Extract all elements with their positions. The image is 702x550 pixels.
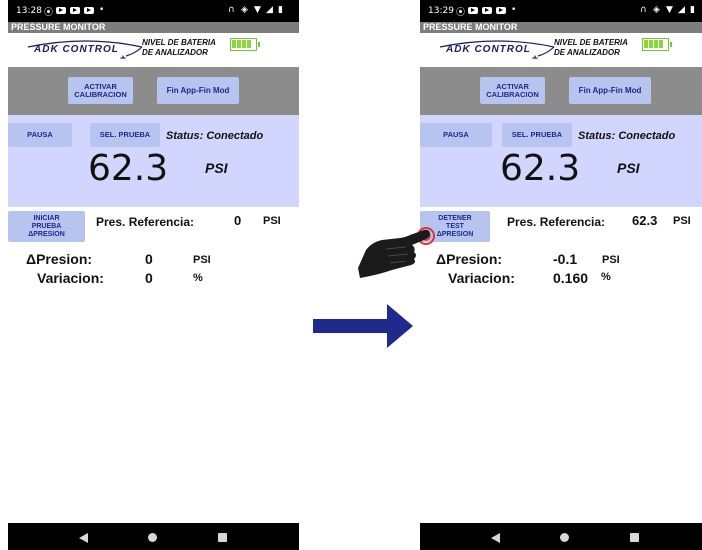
variacion-unit: % bbox=[601, 271, 611, 283]
signal-icon: ◢ bbox=[678, 5, 685, 15]
pressure-panel: PAUSA SEL. PRUEBA Status: Conectado 62.3… bbox=[420, 115, 702, 207]
delta-label: ΔPresion: bbox=[436, 251, 503, 267]
pressure-value: 62.3 bbox=[88, 148, 169, 189]
reference-label: Pres. Referencia: bbox=[507, 215, 606, 229]
youtube-icon bbox=[468, 7, 478, 14]
variacion-label: Variacion: bbox=[448, 270, 515, 286]
logo-header: ADK CONTROL NIVEL DE BATERIA DE ANALIZAD… bbox=[420, 33, 702, 67]
location-icon: ⦿ bbox=[44, 8, 54, 18]
dot-icon: • bbox=[511, 5, 517, 15]
nav-home-icon[interactable] bbox=[560, 533, 569, 542]
nav-recent-icon[interactable] bbox=[630, 533, 639, 542]
app-title: PRESSURE MONITOR bbox=[420, 22, 702, 33]
pausa-button[interactable]: PAUSA bbox=[8, 123, 72, 147]
activar-calibracion-button[interactable]: ACTIVAR CALIBRACION bbox=[68, 77, 133, 104]
signal-icon: ◢ bbox=[266, 5, 273, 15]
nav-back-icon[interactable] bbox=[79, 533, 88, 543]
reference-label: Pres. Referencia: bbox=[96, 215, 195, 229]
reference-unit: PSI bbox=[673, 215, 691, 227]
phone-screen-before: 13:28 ⦿ • ∩ ◈ ▼ ◢ ▮ PRESSURE MONITOR ADK… bbox=[8, 0, 299, 550]
variacion-value: 0.160 bbox=[553, 270, 589, 286]
pausa-button[interactable]: PAUSA bbox=[420, 123, 492, 147]
headset-icon: ∩ bbox=[640, 5, 647, 15]
phone-screen-after: 13:29 ⦿ • ∩ ◈ ▼ ◢ ▮ PRESSURE MONITOR ADK… bbox=[420, 0, 702, 550]
status-bar: 13:28 ⦿ • ∩ ◈ ▼ ◢ ▮ bbox=[8, 0, 299, 22]
status-time: 13:28 bbox=[16, 6, 42, 16]
pressure-value: 62.3 bbox=[500, 148, 581, 189]
fin-app-button[interactable]: Fin App-Fin Mod bbox=[569, 77, 651, 104]
youtube-icon bbox=[84, 7, 94, 14]
location-icon: ⦿ bbox=[456, 8, 466, 18]
reference-unit: PSI bbox=[263, 215, 281, 227]
variacion-label: Variacion: bbox=[37, 270, 104, 286]
vibrate-icon: ◈ bbox=[653, 5, 660, 15]
delta-value: 0 bbox=[145, 251, 153, 267]
headset-icon: ∩ bbox=[228, 5, 235, 15]
nav-bar bbox=[8, 523, 299, 550]
battery-icon bbox=[230, 38, 260, 51]
logo-text: ADK CONTROL bbox=[34, 44, 119, 55]
arrow-right-icon bbox=[313, 304, 413, 348]
activar-calibracion-button[interactable]: ACTIVAR CALIBRACION bbox=[480, 77, 545, 104]
nav-bar bbox=[420, 523, 702, 550]
status-time: 13:29 bbox=[428, 6, 454, 16]
dot-icon: • bbox=[99, 5, 105, 15]
delta-unit: PSI bbox=[193, 254, 211, 266]
nav-home-icon[interactable] bbox=[148, 533, 157, 542]
pointing-hand-icon bbox=[358, 227, 435, 278]
youtube-icon bbox=[496, 7, 506, 14]
app-title: PRESSURE MONITOR bbox=[8, 22, 299, 33]
status-bar: 13:29 ⦿ • ∩ ◈ ▼ ◢ ▮ bbox=[420, 0, 702, 22]
reference-value: 62.3 bbox=[632, 213, 658, 228]
nav-recent-icon[interactable] bbox=[218, 533, 227, 542]
youtube-icon bbox=[56, 7, 66, 14]
sel-prueba-button[interactable]: SEL. PRUEBA bbox=[90, 123, 160, 147]
wifi-icon: ▼ bbox=[254, 5, 261, 15]
nav-back-icon[interactable] bbox=[491, 533, 500, 543]
delta-value: -0.1 bbox=[553, 251, 578, 267]
logo-text: ADK CONTROL bbox=[446, 44, 531, 55]
calibration-bar: ACTIVAR CALIBRACION Fin App-Fin Mod bbox=[8, 67, 299, 115]
calibration-bar: ACTIVAR CALIBRACION Fin App-Fin Mod bbox=[420, 67, 702, 115]
battery-icon bbox=[642, 38, 672, 51]
variacion-unit: % bbox=[193, 272, 203, 284]
battery-status-icon: ▮ bbox=[690, 5, 695, 15]
delta-label: ΔPresion: bbox=[26, 251, 93, 267]
sel-prueba-button[interactable]: SEL. PRUEBA bbox=[502, 123, 572, 147]
variacion-value: 0 bbox=[145, 270, 153, 286]
delta-unit: PSI bbox=[602, 254, 620, 266]
wifi-icon: ▼ bbox=[666, 5, 673, 15]
pressure-panel: PAUSA SEL. PRUEBA Status: Conectado 62.3… bbox=[8, 115, 299, 207]
pressure-unit: PSI bbox=[617, 160, 640, 176]
battery-label: NIVEL DE BATERIA DE ANALIZADOR bbox=[554, 38, 628, 57]
connection-status: Status: Conectado bbox=[166, 130, 264, 142]
iniciar-prueba-button[interactable]: INICIAR PRUEBA ΔPRESION bbox=[8, 211, 85, 242]
battery-status-icon: ▮ bbox=[278, 5, 283, 15]
reference-value: 0 bbox=[234, 213, 242, 228]
pressure-unit: PSI bbox=[205, 160, 228, 176]
battery-label: NIVEL DE BATERIA DE ANALIZADOR bbox=[142, 38, 216, 57]
connection-status: Status: Conectado bbox=[578, 130, 676, 142]
fin-app-button[interactable]: Fin App-Fin Mod bbox=[157, 77, 239, 104]
youtube-icon bbox=[70, 7, 80, 14]
logo-header: ADK CONTROL NIVEL DE BATERIA DE ANALIZAD… bbox=[8, 33, 299, 67]
youtube-icon bbox=[482, 7, 492, 14]
vibrate-icon: ◈ bbox=[241, 5, 248, 15]
